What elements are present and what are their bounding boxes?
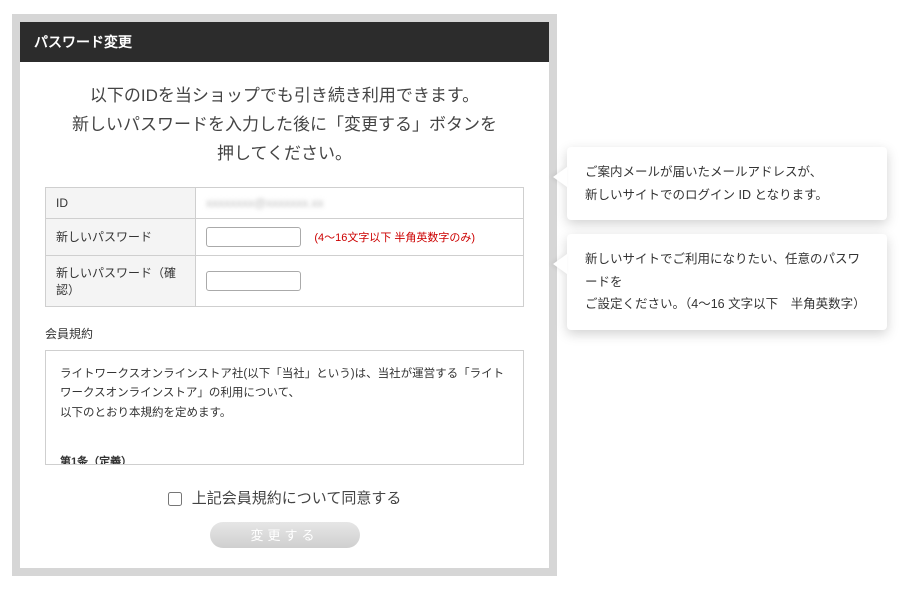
callout-password: 新しいサイトでご利用になりたい、任意のパスワードを ご設定ください。（4〜16 … [567, 234, 887, 330]
password-label: 新しいパスワード [46, 218, 196, 255]
terms-article-1: 第1条（定義） [60, 453, 509, 464]
password-confirm-label: 新しいパスワード（確認） [46, 255, 196, 306]
row-password: 新しいパスワード (4〜16文字以下 半角英数字のみ) [46, 218, 524, 255]
id-value: xxxxxxxx@xxxxxxx.xx [206, 196, 324, 210]
id-value-cell: xxxxxxxx@xxxxxxx.xx [196, 187, 524, 218]
consent-label: 上記会員規約について同意する [192, 490, 402, 507]
form-table: ID xxxxxxxx@xxxxxxx.xx 新しいパスワード (4〜16文字以… [45, 187, 524, 307]
submit-button[interactable]: 変更する [210, 522, 360, 548]
callout-1-line-1: ご案内メールが届いたメールアドレスが、 [585, 161, 869, 184]
submit-row: 変更する [20, 522, 549, 548]
panel-header: パスワード変更 [20, 22, 549, 62]
consent-checkbox[interactable] [168, 492, 182, 506]
password-cell: (4〜16文字以下 半角英数字のみ) [196, 218, 524, 255]
consent-row: 上記会員規約について同意する [20, 487, 549, 508]
terms-section-title: 会員規約 [45, 325, 524, 342]
terms-body-1: ライトワークスオンラインストア社(以下「当社」という)は、当社が運営する「ライト… [60, 365, 509, 404]
password-change-panel: パスワード変更 以下のIDを当ショップでも引き続き利用できます。 新しいパスワー… [12, 14, 557, 576]
terms-box[interactable]: ライトワークスオンラインストア社(以下「当社」という)は、当社が運営する「ライト… [45, 350, 524, 465]
intro-line-3: 押してください。 [50, 140, 519, 169]
intro-line-2: 新しいパスワードを入力した後に「変更する」ボタンを [50, 111, 519, 140]
terms-body-2: 以下のとおり本規約を定めます。 [60, 404, 509, 424]
password-hint: (4〜16文字以下 半角英数字のみ) [314, 232, 475, 244]
row-id: ID xxxxxxxx@xxxxxxx.xx [46, 187, 524, 218]
callout-1-line-2: 新しいサイトでのログイン ID となります。 [585, 184, 869, 207]
id-label: ID [46, 187, 196, 218]
callout-email-id: ご案内メールが届いたメールアドレスが、 新しいサイトでのログイン ID となりま… [567, 147, 887, 220]
password-confirm-cell [196, 255, 524, 306]
password-confirm-input[interactable] [206, 271, 301, 291]
consent-label-wrapper[interactable]: 上記会員規約について同意する [168, 490, 402, 507]
callout-2-line-2: ご設定ください。（4〜16 文字以下 半角英数字） [585, 293, 869, 316]
panel-title: パスワード変更 [34, 34, 132, 50]
intro-text: 以下のIDを当ショップでも引き続き利用できます。 新しいパスワードを入力した後に… [20, 62, 549, 187]
callout-2-line-1: 新しいサイトでご利用になりたい、任意のパスワードを [585, 248, 869, 293]
intro-line-1: 以下のIDを当ショップでも引き続き利用できます。 [50, 82, 519, 111]
password-input[interactable] [206, 227, 301, 247]
row-password-confirm: 新しいパスワード（確認） [46, 255, 524, 306]
